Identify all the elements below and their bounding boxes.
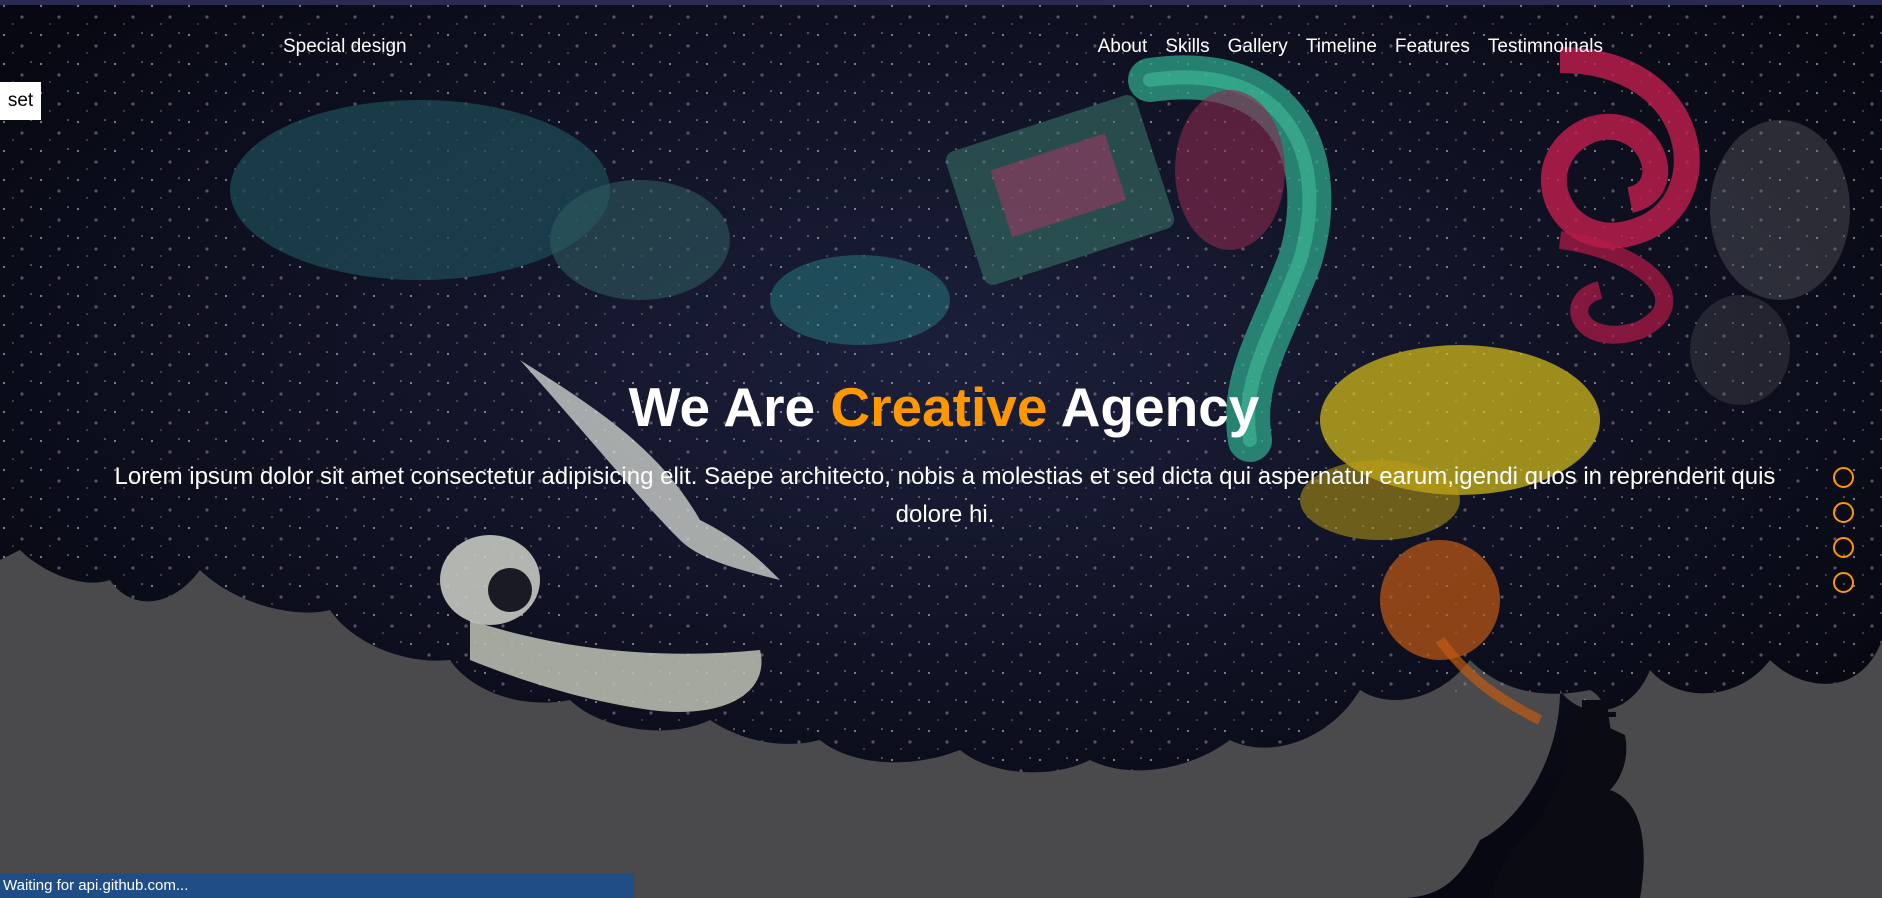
hero-title-highlight: Creative: [830, 376, 1048, 438]
nav-link-features[interactable]: Features: [1395, 36, 1470, 58]
bullet-nav-item[interactable]: [1833, 467, 1854, 488]
nav-link-skills[interactable]: Skills: [1165, 36, 1209, 58]
hero-description: Lorem ipsum dolor sit amet consectetur a…: [114, 463, 1776, 528]
pipe-smoker-silhouette: [1490, 712, 1644, 898]
section-bullets: [1833, 467, 1854, 593]
main-nav: About Skills Gallery Timeline Features T…: [1098, 36, 1603, 58]
hero-background-art: [0, 5, 1882, 898]
nav-link-timeline[interactable]: Timeline: [1306, 36, 1377, 58]
bullet-nav-item[interactable]: [1833, 572, 1854, 593]
bullet-nav-item[interactable]: [1833, 537, 1854, 558]
nav-link-testimonials[interactable]: Testimnoinals: [1488, 36, 1603, 58]
site-header: Special design About Skills Gallery Time…: [0, 30, 1882, 64]
hero-title-suffix: Agency: [1060, 376, 1260, 438]
hero-title: We Are Creative Agency: [0, 375, 1882, 439]
settings-toggle-button[interactable]: set: [0, 82, 41, 120]
bullet-nav-item[interactable]: [1833, 502, 1854, 523]
nav-link-about[interactable]: About: [1098, 36, 1148, 58]
browser-status-bar: Waiting for api.github.com...: [0, 873, 634, 898]
nav-link-gallery[interactable]: Gallery: [1228, 36, 1288, 58]
landing-hero: Special design About Skills Gallery Time…: [0, 0, 1882, 898]
hero-title-prefix: We Are: [628, 376, 816, 438]
site-logo[interactable]: Special design: [283, 36, 407, 58]
